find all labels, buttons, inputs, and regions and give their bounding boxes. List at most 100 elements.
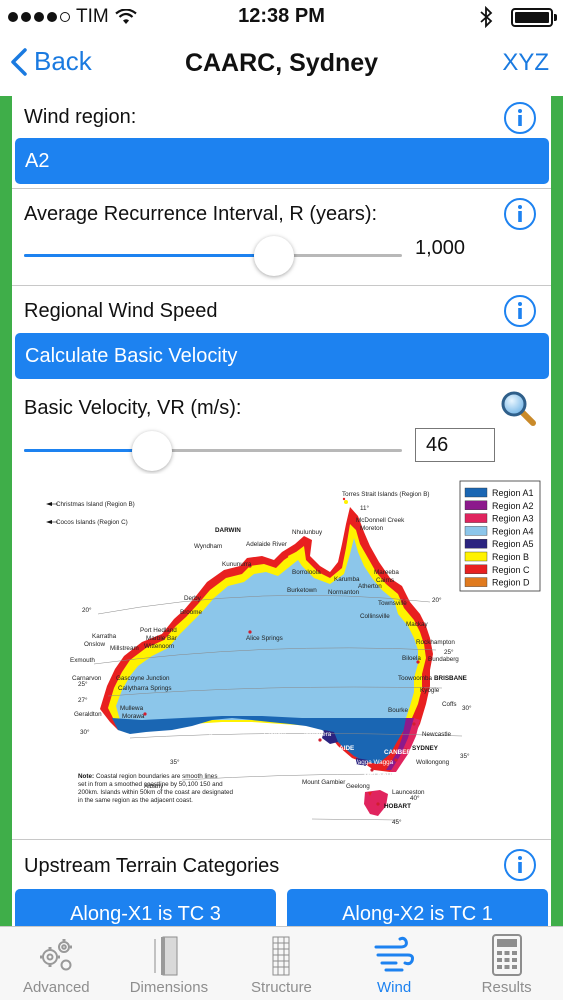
calculate-basic-velocity-button[interactable]: Calculate Basic Velocity bbox=[15, 333, 549, 379]
latitude-label: 27° bbox=[78, 696, 88, 704]
info-icon[interactable] bbox=[503, 101, 537, 135]
latitude-label: 45° bbox=[392, 818, 402, 826]
map-label: Kununurra bbox=[222, 561, 252, 568]
building-dimensions-icon bbox=[146, 933, 192, 977]
wind-settings-panel: Wind region: A2 Average Recurrence Inter… bbox=[12, 96, 551, 926]
map-note-bold: Note: bbox=[78, 773, 94, 780]
map-label: Nhulunbuy bbox=[292, 529, 323, 536]
map-label: Borroloola bbox=[292, 569, 321, 576]
map-label: Toowoomba bbox=[398, 675, 432, 682]
tab-label: Structure bbox=[251, 979, 312, 996]
legend-swatch bbox=[464, 538, 488, 549]
content-frame: Wind region: A2 Average Recurrence Inter… bbox=[0, 96, 563, 926]
building-structure-icon bbox=[258, 933, 304, 977]
legend-label: Region A2 bbox=[492, 501, 534, 511]
slider-fill bbox=[24, 254, 274, 257]
map-legend: Region A1 Region A2 Region A3 Region A4 Regi… bbox=[459, 480, 541, 592]
tab-advanced[interactable]: Advanced bbox=[0, 927, 113, 1000]
map-label: Onslow bbox=[84, 641, 105, 648]
map-note-line: 200km. Islands within 50km of the coast … bbox=[78, 789, 234, 796]
bluetooth-icon bbox=[480, 6, 493, 28]
map-label: Callytharra Springs bbox=[118, 685, 172, 692]
tab-wind[interactable]: Wind bbox=[338, 927, 451, 1000]
map-label: Derby bbox=[184, 595, 202, 602]
tab-results[interactable]: Results bbox=[450, 927, 563, 1000]
map-note-line: set in from a smoothed coastline by 50,1… bbox=[78, 781, 223, 788]
map-label: Kyogle bbox=[420, 687, 440, 694]
map-label: Gascoyne Junction bbox=[116, 675, 170, 682]
legend-swatch bbox=[464, 551, 488, 562]
latitude-label: 25° bbox=[78, 680, 88, 688]
wind-region-map[interactable]: Torres Strait Islands (Region B) Christm… bbox=[12, 474, 551, 834]
tab-structure[interactable]: Structure bbox=[225, 927, 338, 1000]
latitude-label: 20° bbox=[432, 596, 442, 604]
wind-region-value[interactable]: A2 bbox=[15, 138, 549, 184]
chevron-left-icon bbox=[11, 47, 27, 76]
map-label: SYDNEY bbox=[412, 745, 439, 752]
along-x1-tc-button[interactable]: Along-X1 is TC 3 bbox=[15, 889, 276, 926]
map-label: Morawa bbox=[122, 713, 145, 720]
info-icon[interactable] bbox=[503, 848, 537, 882]
info-icon[interactable] bbox=[503, 197, 537, 231]
latitude-label: 25° bbox=[444, 648, 454, 656]
legend-label: Region D bbox=[492, 578, 530, 588]
map-label: Burketown bbox=[287, 587, 317, 594]
legend-label: Region A1 bbox=[492, 488, 534, 498]
map-label: Wittenoom bbox=[144, 643, 174, 650]
map-label: Adelaide River bbox=[246, 541, 287, 548]
map-label: Mullewa bbox=[120, 705, 144, 712]
gears-icon bbox=[33, 933, 79, 977]
basic-velocity-slider[interactable] bbox=[24, 431, 402, 471]
latitude-label: 30° bbox=[80, 728, 90, 736]
map-label: Biloela bbox=[402, 655, 421, 662]
legend-label: Region A5 bbox=[492, 539, 534, 549]
map-label: Normanton bbox=[328, 589, 360, 596]
legend-label: Region A3 bbox=[492, 514, 534, 524]
info-icon[interactable] bbox=[503, 294, 537, 328]
regional-wind-speed-label: Regional Wind Speed bbox=[24, 300, 218, 322]
back-button[interactable]: Back bbox=[10, 46, 92, 77]
tab-dimensions[interactable]: Dimensions bbox=[113, 927, 226, 1000]
map-label: Karumba bbox=[334, 576, 360, 583]
basic-velocity-input[interactable]: 46 bbox=[415, 428, 495, 462]
status-bar: TIM 12:38 PM bbox=[0, 0, 563, 34]
xyz-button[interactable]: XYZ bbox=[502, 49, 549, 77]
map-label: Collinsville bbox=[360, 613, 390, 620]
navigation-bar: Back CAARC, Sydney XYZ bbox=[0, 34, 563, 96]
magnifier-icon[interactable] bbox=[499, 389, 537, 427]
map-label: Wagga Wagga bbox=[352, 759, 394, 766]
map-label: Alice Springs bbox=[246, 635, 283, 642]
legend-label: Region A4 bbox=[492, 526, 534, 536]
map-label: BRISBANE bbox=[434, 675, 467, 682]
slider-thumb[interactable] bbox=[253, 236, 294, 276]
tab-label: Dimensions bbox=[129, 979, 209, 996]
map-label: Karratha bbox=[92, 633, 117, 640]
legend-swatch bbox=[464, 577, 488, 587]
terrain-categories-label: Upstream Terrain Categories bbox=[24, 855, 280, 877]
map-label: Millstream bbox=[110, 645, 139, 652]
legend-swatch bbox=[464, 487, 488, 498]
map-label: Mount Gambier bbox=[302, 779, 345, 786]
map-label: Newcastle bbox=[422, 731, 452, 738]
along-x2-tc-button[interactable]: Along-X2 is TC 1 bbox=[287, 889, 548, 926]
map-label: Bundaberg bbox=[428, 656, 459, 663]
map-label: Bourke bbox=[388, 707, 408, 714]
wind-region-label: Wind region: bbox=[24, 106, 137, 128]
map-note-line: in the same region as the adjacent coast… bbox=[78, 797, 193, 804]
map-label: Mackay bbox=[406, 621, 429, 628]
legend-label: Region B bbox=[492, 552, 529, 562]
map-label: MELBOURNE bbox=[364, 773, 405, 780]
latitude-label: 35° bbox=[460, 752, 470, 760]
legend-swatch bbox=[464, 526, 488, 536]
slider-thumb[interactable] bbox=[132, 431, 173, 471]
recurrence-slider[interactable] bbox=[24, 236, 402, 276]
map-label: Launceston bbox=[392, 789, 425, 796]
map-label: Wyndham bbox=[194, 543, 222, 550]
map-label: Geraldton bbox=[74, 711, 102, 718]
tab-label: Advanced bbox=[22, 979, 90, 996]
tab-bar: Advanced Dimensions Structure Wind Resul… bbox=[0, 926, 563, 1000]
map-label: McDonnell Creek bbox=[356, 517, 405, 524]
map-label: Townsville bbox=[378, 600, 407, 607]
back-button-label: Back bbox=[34, 46, 92, 76]
map-label: PERTH bbox=[138, 741, 160, 748]
